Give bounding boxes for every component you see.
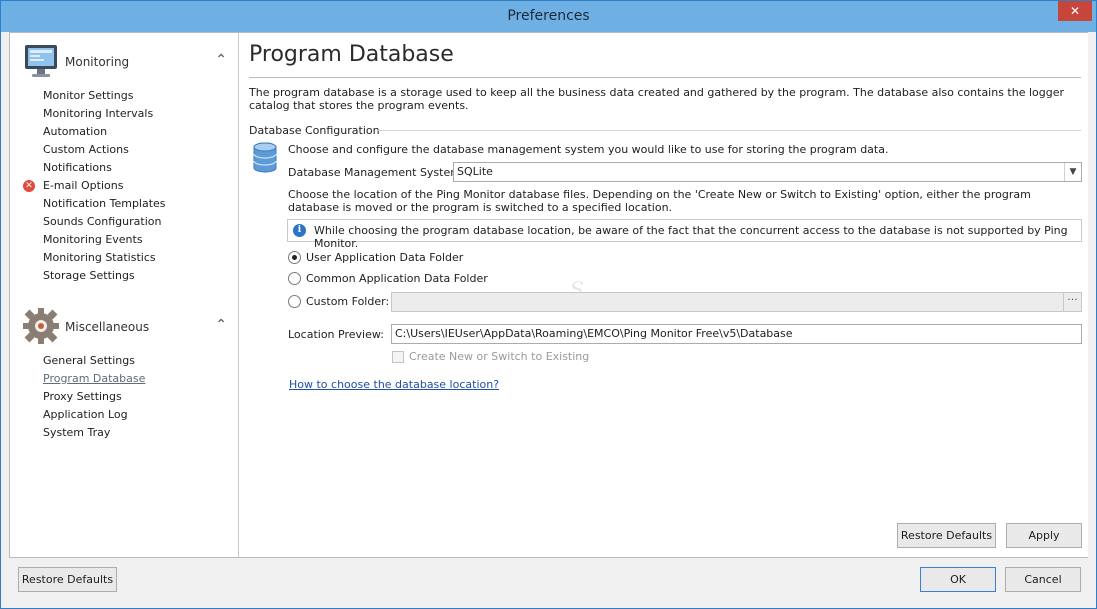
- preferences-window: Preferences ✕ Monitoring ⌃ Monitor Setti…: [0, 0, 1097, 609]
- chevron-up-icon[interactable]: ⌃: [215, 317, 227, 333]
- group-header-miscellaneous[interactable]: Miscellaneous ⌃: [22, 307, 227, 347]
- sidebar-item-application-log[interactable]: Application Log: [30, 406, 230, 424]
- database-icon: [253, 142, 277, 173]
- create-switch-checkbox[interactable]: [392, 351, 404, 363]
- sidebar-item-sounds-configuration[interactable]: Sounds Configuration: [30, 213, 230, 231]
- preferences-client-area: Monitoring ⌃ Monitor Settings Monitoring…: [9, 32, 1088, 558]
- info-notice-text: While choosing the program database loca…: [314, 224, 1068, 250]
- sidebar-item-label: E-mail Options: [43, 179, 124, 192]
- section-divider: [378, 130, 1081, 131]
- group-title-monitoring: Monitoring: [65, 55, 130, 69]
- dbms-choose-text: Choose and configure the database manage…: [288, 143, 889, 156]
- miscellaneous-nav-list: General Settings Program Database Proxy …: [30, 352, 230, 442]
- window-title: Preferences: [507, 8, 590, 24]
- radio-label: Common Application Data Folder: [306, 272, 488, 285]
- dbms-select-value: SQLite: [457, 165, 493, 178]
- sidebar-item-storage-settings[interactable]: Storage Settings: [30, 267, 230, 285]
- gear-icon: [23, 308, 59, 344]
- sidebar-item-notification-templates[interactable]: Notification Templates: [30, 195, 230, 213]
- custom-folder-input[interactable]: ···: [391, 292, 1082, 312]
- sidebar: Monitoring ⌃ Monitor Settings Monitoring…: [10, 33, 239, 557]
- location-preview-field[interactable]: C:\Users\IEUser\AppData\Roaming\EMCO\Pin…: [391, 324, 1082, 344]
- dbms-label: Database Management System:: [288, 166, 465, 179]
- sidebar-item-monitoring-intervals[interactable]: Monitoring Intervals: [30, 105, 230, 123]
- location-text: Choose the location of the Ping Monitor …: [288, 188, 1031, 214]
- radio-button[interactable]: [288, 251, 301, 264]
- checkbox-label: Create New or Switch to Existing: [409, 350, 590, 363]
- cancel-button[interactable]: Cancel: [1005, 567, 1081, 592]
- dbms-select[interactable]: SQLite ▼: [453, 162, 1082, 182]
- page-title: Program Database: [249, 42, 454, 67]
- title-bar[interactable]: Preferences ✕: [1, 1, 1096, 32]
- group-header-monitoring[interactable]: Monitoring ⌃: [22, 42, 227, 82]
- restore-defaults-button[interactable]: Restore Defaults: [18, 567, 117, 592]
- browse-button[interactable]: ···: [1063, 293, 1081, 311]
- info-icon: i: [293, 224, 306, 237]
- radio-label: Custom Folder:: [306, 295, 390, 308]
- monitor-icon: [25, 45, 57, 77]
- settings-content: Program Database The program database is…: [240, 33, 1088, 557]
- sidebar-item-monitoring-events[interactable]: Monitoring Events: [30, 231, 230, 249]
- close-button[interactable]: ✕: [1058, 1, 1092, 21]
- apply-button[interactable]: Apply: [1006, 523, 1082, 548]
- radio-label: User Application Data Folder: [306, 251, 464, 264]
- sidebar-item-system-tray[interactable]: System Tray: [30, 424, 230, 442]
- sidebar-item-monitoring-statistics[interactable]: Monitoring Statistics: [30, 249, 230, 267]
- monitoring-nav-list: Monitor Settings Monitoring Intervals Au…: [23, 87, 230, 285]
- location-preview-label: Location Preview:: [288, 328, 384, 341]
- sidebar-item-email-options[interactable]: ✕ E-mail Options: [23, 177, 230, 195]
- section-title: Database Configuration: [249, 124, 380, 137]
- sidebar-item-program-database[interactable]: Program Database: [30, 370, 230, 388]
- page-description: The program database is a storage used t…: [249, 86, 1065, 112]
- sidebar-item-notifications[interactable]: Notifications: [30, 159, 230, 177]
- chevron-down-icon[interactable]: ▼: [1064, 163, 1081, 181]
- restore-defaults-page-button[interactable]: Restore Defaults: [897, 523, 996, 548]
- radio-button[interactable]: [288, 272, 301, 285]
- sidebar-item-proxy-settings[interactable]: Proxy Settings: [30, 388, 230, 406]
- group-title-miscellaneous: Miscellaneous: [65, 320, 150, 334]
- title-divider: [249, 77, 1081, 78]
- info-notice: i While choosing the program database lo…: [287, 219, 1082, 250]
- sidebar-item-automation[interactable]: Automation: [30, 123, 230, 141]
- sidebar-item-monitor-settings[interactable]: Monitor Settings: [30, 87, 230, 105]
- help-link[interactable]: How to choose the database location?: [289, 378, 499, 391]
- sidebar-item-general-settings[interactable]: General Settings: [30, 352, 230, 370]
- chevron-up-icon[interactable]: ⌃: [215, 52, 227, 68]
- error-icon: ✕: [23, 180, 35, 192]
- radio-button[interactable]: [288, 295, 301, 308]
- sidebar-item-custom-actions[interactable]: Custom Actions: [30, 141, 230, 159]
- ok-button[interactable]: OK: [920, 567, 996, 592]
